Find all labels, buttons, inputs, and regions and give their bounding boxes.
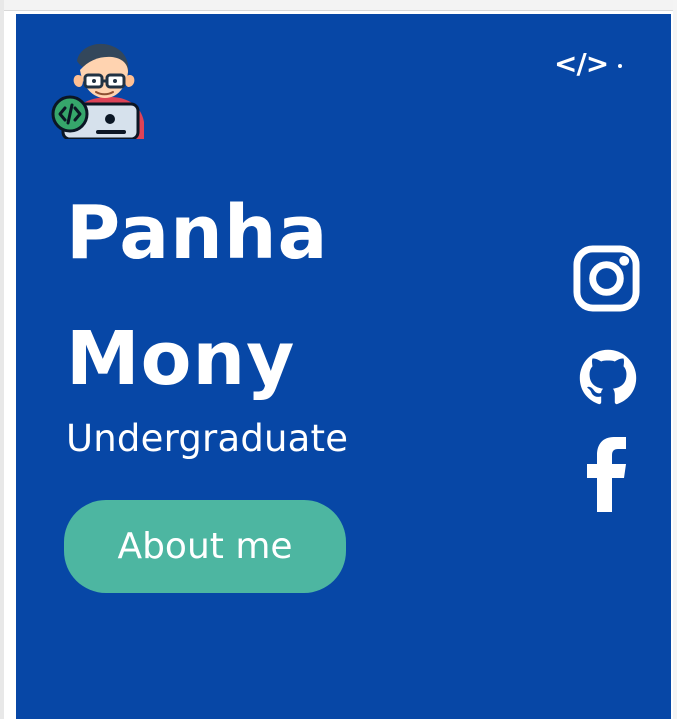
facebook-icon bbox=[587, 437, 626, 512]
frame-left-edge bbox=[0, 0, 4, 719]
instagram-icon bbox=[573, 245, 640, 312]
code-brackets-icon[interactable]: </> bbox=[554, 47, 623, 80]
frame-right-edge bbox=[673, 0, 677, 719]
name-heading: Panha Mony bbox=[66, 170, 486, 422]
developer-avatar-illustration bbox=[51, 43, 144, 139]
name-last: Mony bbox=[66, 316, 296, 402]
name-first: Panha bbox=[66, 190, 329, 276]
profile-subtitle: Undergraduate bbox=[66, 417, 349, 460]
facebook-link[interactable] bbox=[587, 437, 627, 512]
github-link[interactable] bbox=[573, 343, 643, 413]
code-dot bbox=[618, 64, 623, 68]
about-me-button[interactable]: About me bbox=[64, 500, 346, 593]
hero-section: </> Panha Mony Undergraduate About me bbox=[16, 14, 671, 719]
window-top-strip bbox=[0, 0, 677, 11]
browser-frame: </> Panha Mony Undergraduate About me bbox=[0, 0, 677, 719]
developer-avatar-icon[interactable] bbox=[48, 41, 146, 139]
github-icon bbox=[579, 349, 637, 405]
code-brackets-glyph: </> bbox=[554, 47, 609, 80]
instagram-link[interactable] bbox=[572, 244, 641, 313]
